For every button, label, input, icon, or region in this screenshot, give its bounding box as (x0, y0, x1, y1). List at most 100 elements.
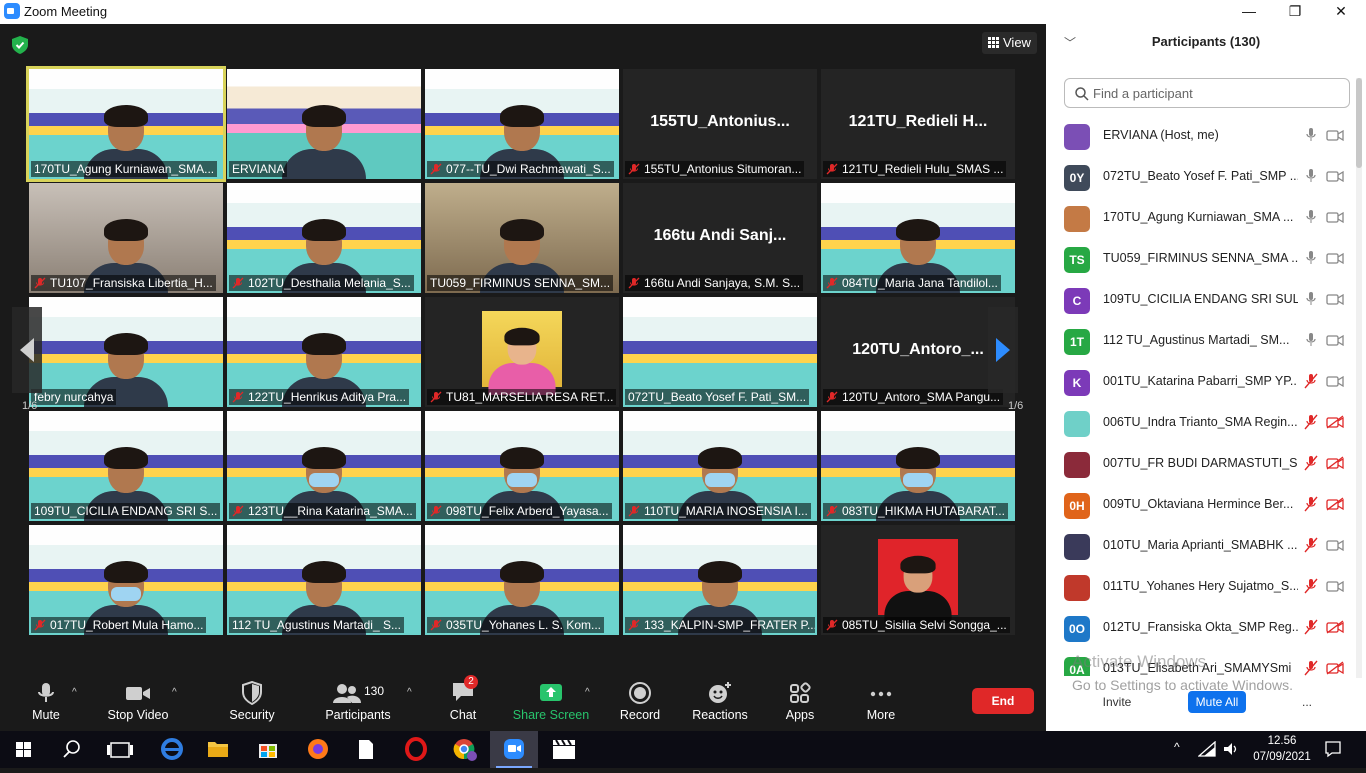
share-screen-button[interactable]: Share Screen (506, 681, 596, 722)
video-tile[interactable]: 155TU_Antonius... 155TU_Antonius Situmora… (623, 69, 817, 179)
video-tile[interactable]: 133_KALPIN-SMP_FRATER P... (623, 525, 817, 635)
camera-icon[interactable] (1326, 292, 1344, 306)
mute-button[interactable]: Mute (1, 681, 91, 722)
taskbar-store-button[interactable] (244, 731, 292, 768)
view-button[interactable]: View (982, 32, 1037, 54)
video-options-caret[interactable]: ^ (172, 687, 177, 698)
microphone-icon[interactable] (1304, 127, 1318, 143)
volume-icon[interactable] (1222, 741, 1240, 757)
video-tile[interactable]: 084TU_Maria Jana Tandilol... (821, 183, 1015, 293)
next-page-button[interactable] (988, 307, 1018, 393)
share-options-caret[interactable]: ^ (585, 687, 590, 698)
camera-icon[interactable] (1326, 169, 1344, 183)
invite-button[interactable]: Invite (1092, 691, 1142, 713)
camera-icon[interactable] (1326, 210, 1344, 224)
participant-list-item[interactable]: 006TU_Indra Trianto_SMA Regin... (1046, 403, 1356, 443)
camera-icon[interactable] (1326, 333, 1344, 347)
apps-button[interactable]: Apps (755, 681, 845, 722)
audio-options-caret[interactable]: ^ (72, 687, 77, 698)
mic-muted-icon[interactable] (1304, 619, 1318, 635)
start-button[interactable] (0, 731, 48, 768)
camera-off-icon[interactable] (1326, 620, 1344, 634)
participant-search-input[interactable]: Find a participant (1064, 78, 1350, 108)
security-button[interactable]: Security (207, 681, 297, 722)
mic-muted-icon[interactable] (1304, 414, 1318, 430)
video-tile[interactable]: 083TU_HIKMA HUTABARAT... (821, 411, 1015, 521)
restore-button[interactable]: ❐ (1272, 0, 1318, 24)
mic-muted-icon[interactable] (1304, 496, 1318, 512)
mic-muted-icon[interactable] (1304, 537, 1318, 553)
participant-list-item[interactable]: 0Y 072TU_Beato Yosef F. Pati_SMP ... (1046, 157, 1356, 197)
camera-icon[interactable] (1326, 251, 1344, 265)
participant-list-item[interactable]: C 109TU_CICILIA ENDANG SRI SUL... (1046, 280, 1356, 320)
taskbar-edge-button[interactable] (148, 731, 196, 768)
video-tile[interactable]: 077--TU_Dwi Rachmawati_S... (425, 69, 619, 179)
notification-icon[interactable] (1324, 740, 1342, 758)
microphone-icon[interactable] (1304, 209, 1318, 225)
stop-video-button[interactable]: Stop Video (93, 681, 183, 722)
video-tile[interactable]: 098TU_Felix Arberd_Yayasa... (425, 411, 619, 521)
taskbar-chrome-button[interactable] (442, 731, 490, 768)
taskbar-opera-button[interactable] (392, 731, 440, 768)
video-tile[interactable]: 017TU_Robert Mula Hamo... (29, 525, 223, 635)
video-tile[interactable]: 102TU_Desthalia Melania_S... (227, 183, 421, 293)
taskbar-search-button[interactable] (48, 731, 96, 768)
participants-options-caret[interactable]: ^ (407, 687, 412, 698)
camera-off-icon[interactable] (1326, 456, 1344, 470)
reactions-button[interactable]: Reactions (675, 681, 765, 722)
participant-list-item[interactable]: 010TU_Maria Aprianti_SMABHK ... (1046, 526, 1356, 566)
close-button[interactable]: ✕ (1318, 0, 1364, 24)
scrollbar-thumb[interactable] (1356, 78, 1362, 168)
network-icon[interactable] (1198, 741, 1216, 757)
taskbar-firefox-button[interactable] (294, 731, 342, 768)
mic-muted-icon[interactable] (1304, 373, 1318, 389)
camera-icon[interactable] (1326, 128, 1344, 142)
taskbar-clapper-button[interactable] (540, 731, 588, 768)
participant-list-item[interactable]: 011TU_Yohanes Hery Sujatmo_S... (1046, 567, 1356, 607)
video-tile[interactable]: 072TU_Beato Yosef F. Pati_SM... (623, 297, 817, 407)
camera-icon[interactable] (1326, 538, 1344, 552)
taskbar-file-explorer-button[interactable] (194, 731, 242, 768)
microphone-icon[interactable] (1304, 332, 1318, 348)
video-tile[interactable]: TU107_Fransiska Libertia_H... (29, 183, 223, 293)
participants-button[interactable]: 130 Participants (313, 681, 403, 722)
participant-list-item[interactable]: 007TU_FR BUDI DARMASTUTI_S... (1046, 444, 1356, 484)
camera-icon[interactable] (1326, 579, 1344, 593)
panel-more-button[interactable]: ... (1294, 691, 1320, 713)
participant-list-item[interactable]: 0H 009TU_Oktaviana Hermince Ber... (1046, 485, 1356, 525)
more-button[interactable]: More (836, 681, 926, 722)
microphone-icon[interactable] (1304, 168, 1318, 184)
video-tile[interactable]: 085TU_Sisilia Selvi Songga_... (821, 525, 1015, 635)
taskbar-zoom-button[interactable] (490, 731, 538, 768)
end-meeting-button[interactable]: End (972, 688, 1034, 714)
record-button[interactable]: Record (595, 681, 685, 722)
participant-list-item[interactable]: 0O 012TU_Fransiska Okta_SMP Reg... (1046, 608, 1356, 648)
camera-off-icon[interactable] (1326, 661, 1344, 675)
mic-muted-icon[interactable] (1304, 578, 1318, 594)
video-tile[interactable]: TU059_FIRMINUS SENNA_SM... (425, 183, 619, 293)
camera-off-icon[interactable] (1326, 497, 1344, 511)
video-tile[interactable]: TU81_MARSELIA RESA RET... (425, 297, 619, 407)
video-tile[interactable]: febry nurcahya (29, 297, 223, 407)
video-tile[interactable]: 123TU__Rina Katarina_SMA... (227, 411, 421, 521)
camera-off-icon[interactable] (1326, 415, 1344, 429)
tray-clock[interactable]: 12.56 07/09/2021 (1252, 733, 1312, 765)
video-tile[interactable]: 109TU_CICILIA ENDANG SRI S... (29, 411, 223, 521)
task-view-button[interactable] (96, 731, 144, 768)
video-tile[interactable]: 112 TU_Agustinus Martadi_ S... (227, 525, 421, 635)
video-tile[interactable]: 166tu Andi Sanj... 166tu Andi Sanjaya, S.… (623, 183, 817, 293)
participant-list-item[interactable]: 1T 112 TU_Agustinus Martadi_ SM... (1046, 321, 1356, 361)
participant-list-item[interactable]: K 001TU_Katarina Pabarri_SMP YP... (1046, 362, 1356, 402)
tray-overflow-icon[interactable]: ^ (1174, 740, 1180, 754)
participant-list-item[interactable]: 170TU_Agung Kurniawan_SMA ... (1046, 198, 1356, 238)
participant-list-scrollbar[interactable] (1356, 78, 1362, 678)
chat-button[interactable]: 2 Chat (418, 675, 508, 722)
video-tile[interactable]: 121TU_Redieli H... 121TU_Redieli Hulu_SMA… (821, 69, 1015, 179)
video-tile[interactable]: 120TU_Antoro_... 120TU_Antoro_SMA Pangu..… (821, 297, 1015, 407)
taskbar-notepad-button[interactable] (342, 731, 390, 768)
video-tile[interactable]: ERVIANA (227, 69, 421, 179)
microphone-icon[interactable] (1304, 250, 1318, 266)
video-tile[interactable]: 035TU_Yohanes L. S. Kom... (425, 525, 619, 635)
previous-page-button[interactable] (12, 307, 42, 393)
participant-list-item[interactable]: ERVIANA (Host, me) (1046, 116, 1356, 156)
